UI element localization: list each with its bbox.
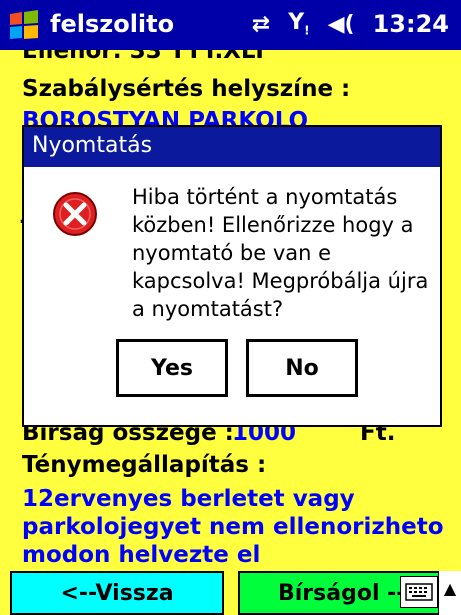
finding-line-2: parkolojegyet nem ellenorizheto — [22, 514, 444, 540]
yes-button[interactable]: Yes — [116, 339, 228, 397]
sync-icon[interactable]: ⇄ — [252, 12, 270, 37]
chevron-up-icon[interactable]: ▲ — [438, 571, 461, 615]
status-area: ⇄ Y! ◀( 13:24 — [252, 10, 449, 38]
dialog-title: Nyomtatás — [24, 127, 440, 167]
bottom-bar: <--Vissza Bírságol -- ▲ — [0, 568, 461, 615]
clock[interactable]: 13:24 — [373, 10, 449, 38]
volume-icon[interactable]: ◀( — [328, 12, 355, 37]
signal-icon[interactable]: Y! — [288, 10, 309, 37]
inspector-line: Ellenőr: 33 TTT.XLT — [22, 50, 268, 64]
finding-label: Ténymegállapítás : — [22, 452, 267, 478]
keyboard-icon[interactable] — [400, 576, 438, 608]
title-bar: felszolito ⇄ Y! ◀( 13:24 — [0, 0, 461, 50]
location-label: Szabálysértés helyszíne : — [22, 76, 351, 102]
dialog-message: Hiba történt a nyomtatás közben! Ellenőr… — [132, 185, 429, 321]
finding-line-3: modon helvezte el — [22, 542, 261, 568]
app-title: felszolito — [50, 10, 175, 38]
back-button[interactable]: <--Vissza — [10, 571, 224, 615]
finding-line-1: 12ervenyes berletet vagy — [22, 486, 355, 512]
no-button[interactable]: No — [246, 339, 358, 397]
error-icon — [53, 192, 97, 236]
print-error-dialog: Nyomtatás Hiba történt a nyomtatás közbe… — [22, 125, 442, 427]
windows-logo-icon[interactable] — [6, 8, 42, 44]
